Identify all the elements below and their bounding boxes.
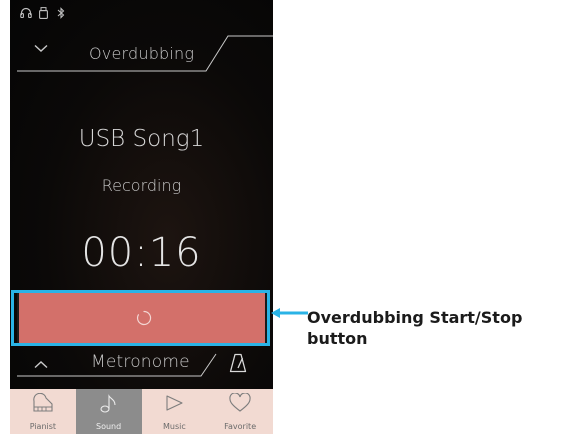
tab-pianist[interactable]: Pianist [10,389,76,434]
song-title: USB Song1 [78,126,205,152]
music-note-icon [100,394,116,413]
headphones-icon [20,7,32,18]
heart-icon [229,393,251,412]
recording-status: Recording [101,176,182,195]
button-highlight-frame [11,290,270,346]
piano-icon [33,393,53,412]
piano-app-screen: Overdubbing USB Song1 Recording 00:16 Me… [10,0,273,434]
elapsed-time: 00:16 [81,230,202,276]
status-bar [10,0,273,24]
callout-line-1: Overdubbing Start/Stop [307,308,523,327]
callout-line-2: button [307,329,368,348]
tab-label: Favorite [224,422,257,431]
tab-sound[interactable]: Sound [75,389,142,434]
metronome-bar[interactable]: Metronome [10,346,273,390]
header-underline [17,35,273,72]
tab-favorite[interactable]: Favorite [207,389,273,434]
tab-label: Sound [96,422,122,431]
tab-label: Music [162,422,186,431]
callout-arrow-icon [271,308,308,318]
metronome-icon[interactable] [229,353,247,373]
callout-label: Overdubbing Start/Stop button [307,307,563,349]
manual-figure: Overdubbing USB Song1 Recording 00:16 Me… [0,0,563,434]
play-icon [166,395,183,411]
bluetooth-icon [57,7,65,19]
usb-drive-icon [39,7,48,19]
tab-music[interactable]: Music [142,389,208,434]
bottom-nav: Pianist Sound Music Favorite [10,389,273,434]
tab-label: Pianist [29,422,57,431]
overdubbing-header[interactable]: Overdubbing [10,30,273,78]
